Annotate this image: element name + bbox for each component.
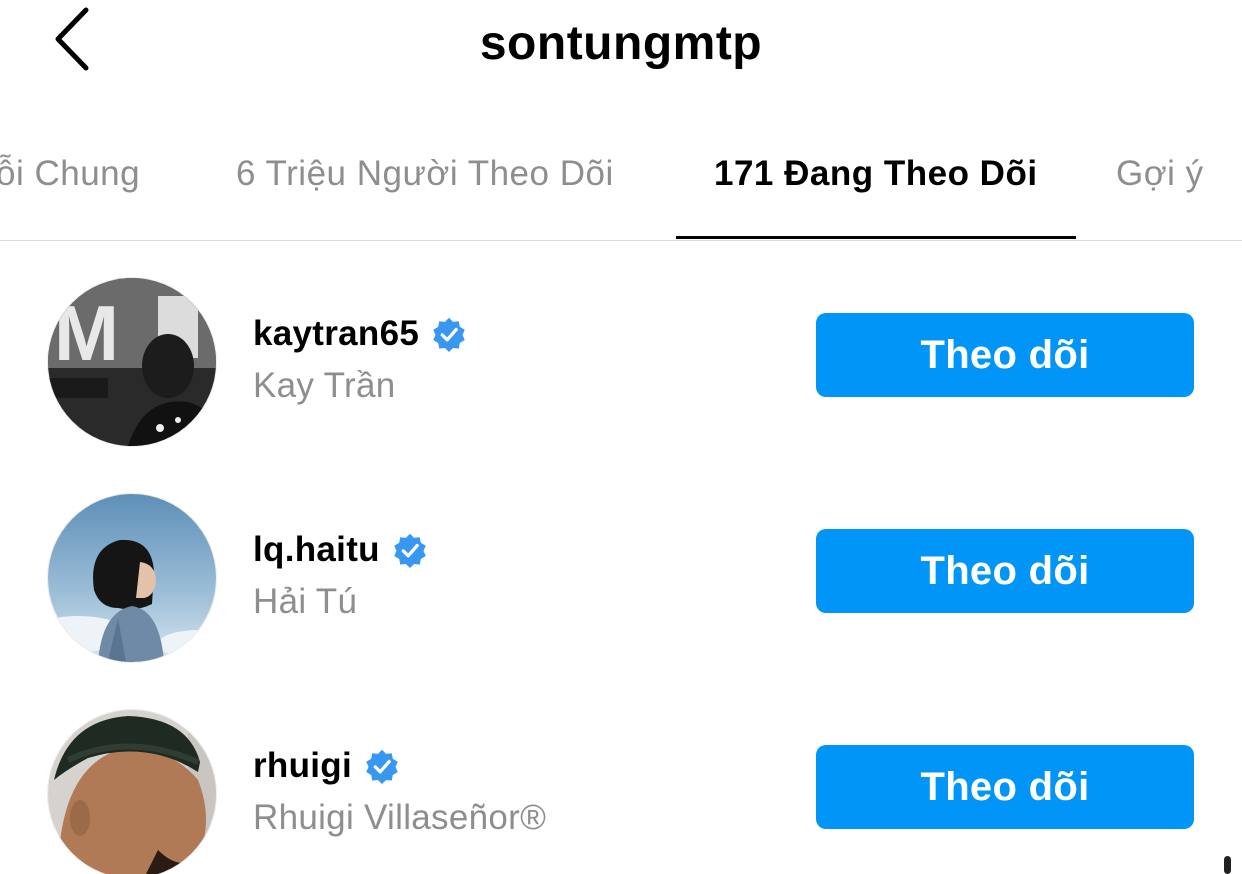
full-name: Rhuigi Villaseñor® xyxy=(253,798,547,837)
full-name: Kay Trần xyxy=(253,366,396,405)
username[interactable]: kaytran65 xyxy=(253,314,419,354)
username-row: kaytran65 xyxy=(253,314,467,354)
verified-badge-icon xyxy=(433,317,465,352)
full-name: Hải Tú xyxy=(253,582,358,621)
tab-following[interactable]: 171 Đang Theo Dõi xyxy=(714,154,1038,194)
follow-button[interactable]: Theo dõi xyxy=(816,529,1194,613)
tab-suggested[interactable]: Gợi ý xyxy=(1116,154,1204,194)
page-title: sontungmtp xyxy=(479,17,763,70)
follow-button[interactable]: Theo dõi xyxy=(816,745,1194,829)
list-item[interactable]: M kaytran65 Kay Trần Theo dõi xyxy=(0,262,1242,478)
following-screen: sontungmtp ỗi Chung 6 Triệu Người Theo D… xyxy=(0,0,1242,874)
avatar[interactable] xyxy=(48,494,216,662)
verified-badge-icon xyxy=(366,749,398,784)
list-item[interactable]: lq.haitu Hải Tú Theo dõi xyxy=(0,478,1242,694)
username-row: lq.haitu xyxy=(253,530,428,570)
tab-mutual-followers[interactable]: ỗi Chung xyxy=(0,154,140,194)
follow-button[interactable]: Theo dõi xyxy=(816,313,1194,397)
username-row: rhuigi xyxy=(253,746,400,786)
verified-badge-icon xyxy=(394,533,426,568)
avatar[interactable] xyxy=(48,710,216,874)
svg-text:M: M xyxy=(54,289,119,377)
list-item[interactable]: rhuigi Rhuigi Villaseñor® Theo dõi xyxy=(0,694,1242,874)
header: sontungmtp xyxy=(0,0,1242,100)
avatar[interactable]: M xyxy=(48,278,216,446)
scrollbar[interactable] xyxy=(1224,856,1231,874)
username[interactable]: rhuigi xyxy=(253,746,352,786)
active-tab-indicator xyxy=(676,236,1076,239)
username[interactable]: lq.haitu xyxy=(253,530,380,570)
tab-bar: ỗi Chung 6 Triệu Người Theo Dõi 171 Đang… xyxy=(0,140,1242,241)
tab-followers[interactable]: 6 Triệu Người Theo Dõi xyxy=(236,154,614,194)
